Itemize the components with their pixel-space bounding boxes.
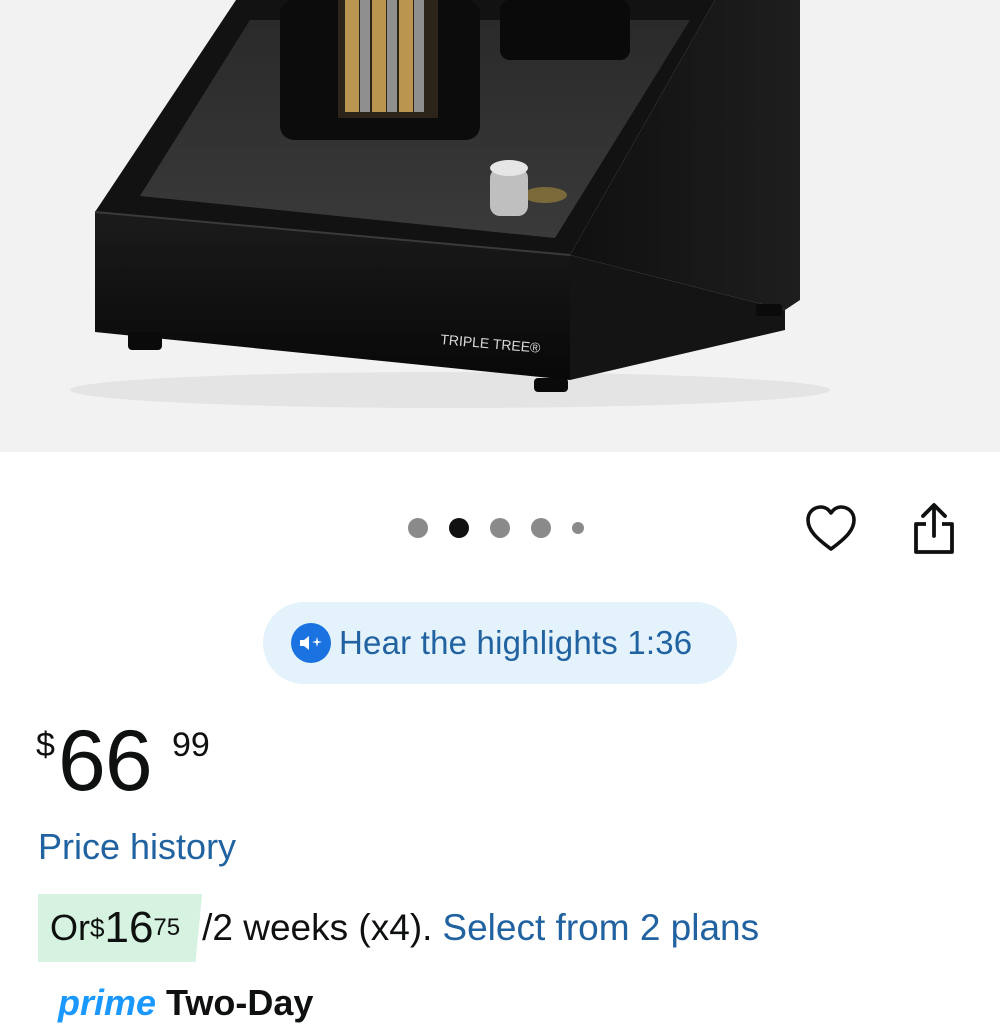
- image-carousel-dots[interactable]: [408, 518, 605, 538]
- installment-period: /2 weeks (x4).: [202, 907, 433, 948]
- installment-offer: Or $16 75 /2 weeks (x4). Select from 2 pl…: [38, 894, 759, 962]
- installment-fraction: 75: [153, 914, 181, 941]
- price-fraction: 99: [172, 726, 210, 764]
- product-image[interactable]: TRIPLE TREE®: [0, 0, 1000, 452]
- installment-currency: $: [90, 912, 105, 943]
- watch-winder-illustration: TRIPLE TREE®: [70, 0, 830, 408]
- speaker-sparkle-icon: [291, 623, 331, 663]
- favorite-button[interactable]: [804, 502, 858, 556]
- price-history-link[interactable]: Price history: [38, 826, 236, 868]
- carousel-dot[interactable]: [490, 518, 510, 538]
- installment-prefix: Or: [50, 907, 90, 948]
- delivery-speed: Two-Day: [166, 982, 314, 1023]
- price-currency: $: [36, 726, 55, 764]
- prime-delivery: prime Two-Day: [58, 982, 313, 1024]
- select-plans-link[interactable]: Select from 2 plans: [442, 907, 759, 949]
- carousel-dot-active[interactable]: [449, 518, 469, 538]
- prime-logo: prime: [58, 982, 157, 1023]
- share-button[interactable]: [908, 502, 960, 556]
- hear-highlights-label: Hear the highlights 1:36: [339, 624, 693, 661]
- carousel-dot[interactable]: [408, 518, 428, 538]
- carousel-dot[interactable]: [572, 522, 584, 534]
- heart-icon: [806, 505, 856, 551]
- hear-highlights-button[interactable]: Hear the highlights 1:36: [263, 602, 737, 684]
- carousel-dot[interactable]: [531, 518, 551, 538]
- share-icon: [914, 503, 954, 554]
- price-whole: 66: [58, 713, 153, 809]
- installment-amount: 16: [104, 903, 154, 952]
- installment-badge: Or $16 75: [38, 894, 203, 962]
